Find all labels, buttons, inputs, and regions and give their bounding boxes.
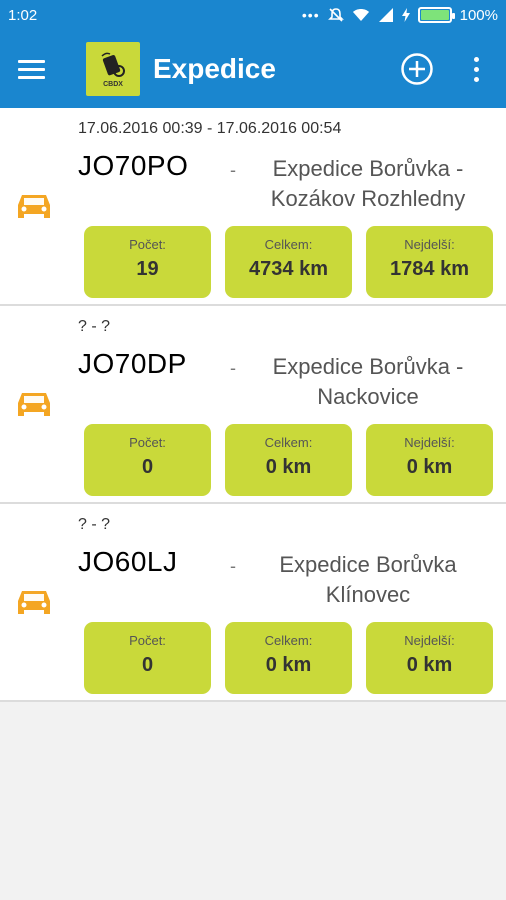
card-stats: Počet: 0 Celkem: 0 km Nejdelší: 0 km [84,622,493,694]
app-logo-icon: CBDX [86,42,140,96]
card-date-range: ? - ? [78,318,111,335]
logo-text: CBDX [103,81,123,88]
logo-mark [101,52,125,77]
stat-value: 0 [141,654,154,676]
card-plate: JO60LJ [78,546,178,577]
card-stats: Počet: 0 Celkem: 0 km Nejdelší: 0 km [84,424,493,496]
battery-icon [417,7,455,23]
expedition-card[interactable]: ? - ? JO60LJ - Expedice Borůvka Klínovec… [0,504,506,702]
stat-value: 0 km [406,456,453,478]
stat-label: Nejdelší: [404,633,455,648]
card-separator: - [230,358,236,378]
menu-icon[interactable] [18,45,66,93]
stat-label: Počet: [129,633,166,648]
charging-icon [401,8,410,22]
stat-value: 19 [136,258,159,280]
stat-longest: Nejdelší: 0 km [366,622,493,694]
card-plate: JO70DP [78,348,187,379]
card-date-range: 17.06.2016 00:39 - 17.06.2016 00:54 [78,120,342,137]
add-circle-icon[interactable] [399,51,435,87]
card-route: Expedice Borůvka Klínovec [250,550,486,610]
stat-label: Celkem: [264,435,313,450]
battery-percent: 100% [459,6,498,24]
route-line-2: Klínovec [325,582,411,607]
card-stats: Počet: 19 Celkem: 4734 km Nejdelší: 1784 km [84,226,493,298]
route-line-1: Expedice Borůvka [279,552,457,577]
status-bar: 1:02 ••• 100% [0,0,506,30]
stat-total: Celkem: 0 km [225,424,352,496]
expedition-card[interactable]: ? - ? JO70DP - Expedice Borůvka - Nackov… [0,306,506,504]
card-route: Expedice Borůvka - Nackovice [250,352,486,412]
wifi-icon [352,9,369,21]
card-separator: - [230,556,236,576]
stat-label: Celkem: [264,237,313,252]
stat-label: Počet: [129,435,166,450]
stat-value: 4734 km [249,258,328,280]
expedition-card[interactable]: 17.06.2016 00:39 - 17.06.2016 00:54 JO70… [0,108,506,306]
stat-count: Počet: 19 [84,226,211,298]
status-icons: ••• 100% [302,7,498,24]
status-time: 1:02 [8,6,38,24]
route-line-1: Expedice Borůvka - [272,156,464,181]
route-line-2: Kozákov Rozhledny [270,186,466,211]
stat-label: Nejdelší: [404,237,455,252]
stat-label: Nejdelší: [404,435,455,450]
stat-total: Celkem: 0 km [225,622,352,694]
mute-icon [327,8,344,22]
stat-count: Počet: 0 [84,424,211,496]
battery-fill [420,10,449,20]
route-line-1: Expedice Borůvka - [272,354,464,379]
car-icon [18,195,50,218]
app-bar: CBDX Expedice [0,30,506,108]
stat-value: 0 km [265,456,312,478]
page-title: Expedice [153,53,276,84]
card-plate: JO70PO [78,150,189,181]
expedition-list: 17.06.2016 00:39 - 17.06.2016 00:54 JO70… [0,108,506,702]
more-vert-icon[interactable] [461,51,491,87]
stat-total: Celkem: 4734 km [225,226,352,298]
stat-count: Počet: 0 [84,622,211,694]
stat-value: 1784 km [390,258,469,280]
card-route: Expedice Borůvka - Kozákov Rozhledny [250,154,486,214]
more-notifications-icon: ••• [301,7,320,23]
car-icon [18,393,50,416]
stat-label: Celkem: [264,633,313,648]
stat-value: 0 [141,456,154,478]
stat-longest: Nejdelší: 1784 km [366,226,493,298]
signal-icon [378,8,393,22]
stat-value: 0 km [406,654,453,676]
card-date-range: ? - ? [78,516,111,533]
stat-label: Počet: [129,237,166,252]
card-separator: - [230,160,236,180]
stat-longest: Nejdelší: 0 km [366,424,493,496]
car-icon [18,591,50,614]
stat-value: 0 km [265,654,312,676]
route-line-2: Nackovice [317,384,419,409]
